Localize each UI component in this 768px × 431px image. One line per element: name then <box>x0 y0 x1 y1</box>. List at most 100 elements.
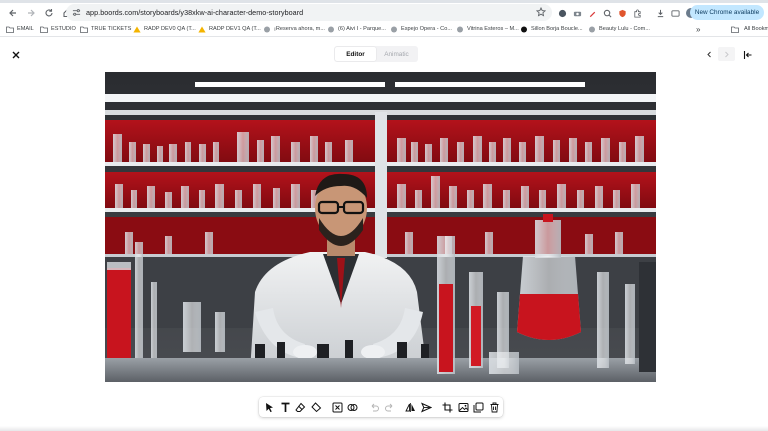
crop-tool-button[interactable] <box>441 399 454 415</box>
close-editor-button[interactable] <box>10 49 22 61</box>
close-icon <box>12 51 20 59</box>
overlap-circles-icon <box>347 403 358 411</box>
folder-icon <box>40 26 48 33</box>
redo-tool-button[interactable] <box>383 399 396 415</box>
bookmark-star-icon[interactable] <box>536 7 546 17</box>
text-icon <box>281 402 290 412</box>
site-icon <box>328 26 334 33</box>
bookmark-item[interactable]: RADP DEV1 QA (T... <box>198 25 261 34</box>
bookmark-item[interactable]: ¡Reserva ahora, m... <box>263 25 325 34</box>
site-icon <box>589 26 595 33</box>
send-tool-button[interactable] <box>420 399 433 415</box>
lab-scene-image <box>105 72 656 382</box>
download-icon[interactable] <box>656 9 665 18</box>
bookmark-label: EMAIL <box>17 26 34 32</box>
bookmark-label: TRUE TICKETS <box>91 26 132 32</box>
undo-icon <box>371 403 379 411</box>
editor-mode-tabs: Editor Animatic <box>334 46 418 62</box>
bucket-icon <box>311 401 321 412</box>
extension-chat-icon[interactable] <box>558 9 567 18</box>
bookmark-item[interactable]: RADP DEV0 QA (T... <box>133 25 196 34</box>
folder-icon <box>80 26 88 33</box>
crop-icon <box>442 402 453 412</box>
bookmark-label: Beauty Lulu - Com... <box>599 26 650 32</box>
warning-icon <box>133 26 141 33</box>
clear-frame-icon <box>332 402 343 412</box>
bookmark-item[interactable]: Vitrina Esteros – M... <box>456 25 519 34</box>
all-bookmarks-button[interactable]: All Bookmarks <box>744 25 768 34</box>
bookmark-item[interactable]: Beauty Lulu - Com... <box>588 25 650 34</box>
all-bookmarks-folder-icon <box>731 25 742 34</box>
extension-lens-icon[interactable] <box>603 9 612 18</box>
eraser-tool-button[interactable] <box>294 399 307 415</box>
delete-tool-button[interactable] <box>487 399 500 415</box>
more-bookmarks-button[interactable]: » <box>696 25 700 34</box>
storyboard-editor: Editor Animatic <box>0 37 768 431</box>
chevron-left-icon <box>707 51 711 57</box>
undo-tool-button[interactable] <box>367 399 380 415</box>
url-text: app.boords.com/storyboards/y38xkw-ai-cha… <box>86 8 304 17</box>
collapse-left-icon <box>743 50 751 59</box>
bookmark-label: Espejo Opera - Co... <box>401 26 452 32</box>
select-tool-button[interactable] <box>263 399 276 415</box>
address-bar[interactable]: app.boords.com/storyboards/y38xkw-ai-cha… <box>66 4 552 21</box>
frame-pager <box>701 47 737 61</box>
flip-horizontal-icon <box>405 402 416 412</box>
extension-camera-icon[interactable] <box>573 9 582 18</box>
extensions-bar <box>558 7 696 19</box>
trash-icon <box>490 402 499 412</box>
flip-tool-button[interactable] <box>404 399 417 415</box>
redo-icon <box>385 403 393 411</box>
back-arrow-icon[interactable] <box>5 5 21 21</box>
bookmark-item[interactable]: EMAIL <box>6 25 34 34</box>
tab-search-icon[interactable] <box>671 9 680 18</box>
extension-shield-icon[interactable] <box>618 9 627 18</box>
bookmark-item[interactable]: (6) Aivi I - Parque... <box>327 25 386 34</box>
extensions-puzzle-icon[interactable] <box>633 8 642 18</box>
site-icon <box>264 26 270 33</box>
send-icon <box>420 402 432 412</box>
all-bookmarks-label: All Bookmarks <box>744 26 768 32</box>
duplicate-tool-button[interactable] <box>472 399 485 415</box>
previous-frame-button[interactable] <box>701 47 718 61</box>
chevron-right-icon <box>725 51 729 57</box>
tab-editor[interactable]: Editor <box>335 47 376 61</box>
bookmark-item[interactable]: ESTUDIO <box>40 25 76 34</box>
bookmark-label: RADP DEV1 QA (T... <box>209 26 261 32</box>
warning-icon <box>198 26 206 33</box>
storyboard-frame-image[interactable] <box>105 72 656 382</box>
site-icon <box>521 26 527 33</box>
bookmark-item[interactable]: Sillon Borja Boucle... <box>520 25 583 34</box>
collapse-panel-button[interactable] <box>741 48 754 61</box>
clear-tool-button[interactable] <box>331 399 344 415</box>
site-icon <box>457 26 463 33</box>
drawing-toolbar <box>259 397 503 417</box>
bookmark-item[interactable]: Espejo Opera - Co... <box>390 25 452 34</box>
text-tool-button[interactable] <box>278 399 291 415</box>
reload-icon[interactable] <box>41 5 57 21</box>
image-tool-button[interactable] <box>456 399 469 415</box>
duplicate-icon <box>473 402 484 412</box>
bookmark-label: ESTUDIO <box>51 26 76 32</box>
bookmark-label: (6) Aivi I - Parque... <box>338 26 386 32</box>
browser-toolbar: app.boords.com/storyboards/y38xkw-ai-cha… <box>0 3 768 23</box>
next-frame-button[interactable] <box>718 47 735 61</box>
folder-icon <box>6 26 14 33</box>
bookmark-item[interactable]: TRUE TICKETS <box>80 25 131 34</box>
fill-tool-button[interactable] <box>309 399 322 415</box>
site-icon <box>391 26 397 33</box>
bookmark-label: Sillon Borja Boucle... <box>531 26 583 32</box>
mask-tool-button[interactable] <box>346 399 359 415</box>
extension-pen-icon[interactable] <box>588 9 597 18</box>
bookmark-label: ¡Reserva ahora, m... <box>274 26 325 32</box>
more-bookmarks-chevron-icon: » <box>696 25 701 34</box>
site-settings-icon[interactable] <box>72 8 81 17</box>
chrome-update-button[interactable]: New Chrome available <box>690 5 764 20</box>
tab-animatic[interactable]: Animatic <box>376 47 417 61</box>
eraser-icon <box>295 402 306 412</box>
window-bottom-edge <box>0 426 768 431</box>
pointer-icon <box>266 402 274 412</box>
forward-arrow-icon[interactable] <box>23 5 39 21</box>
bookmarks-bar: All Bookmarks » EMAIL ESTUDIO TRUE TICKETS… <box>0 23 768 36</box>
bookmark-label: Vitrina Esteros – M... <box>467 26 519 32</box>
